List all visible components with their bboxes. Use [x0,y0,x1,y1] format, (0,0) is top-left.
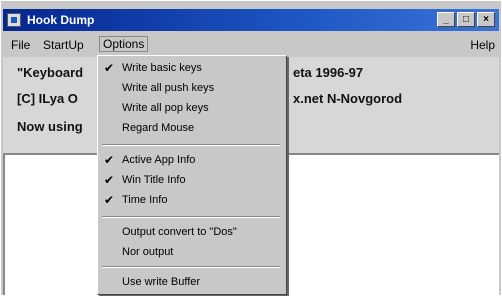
log-area-border [3,155,5,295]
menu-item-time-info[interactable]: ✔ Time Info [98,192,284,210]
menu-item-label: Use write Buffer [122,276,201,288]
menu-item-win-title-info[interactable]: ✔ Win Title Info [98,172,284,190]
menu-item-label: Time Info [122,194,168,206]
app-icon[interactable] [7,13,21,27]
menu-item-output-convert-dos[interactable]: Output convert to "Dos" [98,224,284,242]
close-button[interactable]: × [477,12,495,27]
menu-item-write-basic-keys[interactable]: ✔ Write basic keys [98,60,284,78]
info-line-1-left: "Keyboard [17,65,84,80]
menu-item-label: Write all push keys [122,82,215,94]
info-line-2-right: x.net N-Novgorod [293,91,403,106]
window-title: Hook Dump [27,13,95,27]
menu-item-label: Win Title Info [122,174,186,186]
menu-item-regard-mouse[interactable]: Regard Mouse [98,120,284,138]
check-icon: ✔ [104,61,115,75]
options-dropdown-menu: ✔ Write basic keys Write all push keys W… [97,55,287,295]
menu-item-label: Nor output [122,246,174,258]
menu-item-write-all-pop-keys[interactable]: Write all pop keys [98,100,284,118]
maximize-button[interactable]: □ [457,12,475,27]
menu-item-label: Write basic keys [122,62,202,74]
menu-item-label: Active App Info [122,154,196,166]
minimize-button[interactable]: _ [437,12,455,27]
menu-item-nor-output[interactable]: Nor output [98,244,284,262]
menu-separator [102,266,280,268]
check-icon: ✔ [104,173,115,187]
menu-item-label: Write all pop keys [122,102,209,114]
menu-bar: File StartUp Options Help [3,35,499,55]
menu-item-label: Output convert to "Dos" [122,226,237,238]
menu-item-use-write-buffer[interactable]: Use write Buffer [98,274,284,292]
check-icon: ✔ [104,193,115,207]
menu-separator [102,144,280,146]
info-line-2-left: [C] ILya O [17,91,78,106]
menu-startup[interactable]: StartUp [43,38,84,52]
menu-item-active-app-info[interactable]: ✔ Active App Info [98,152,284,170]
hook-dump-window: Hook Dump _ □ × File StartUp Options Hel… [0,0,502,296]
menu-file[interactable]: File [11,38,30,52]
menu-item-label: Regard Mouse [122,122,195,134]
info-line-1-right: eta 1996-97 [293,65,364,80]
info-line-3-left: Now using [17,119,83,134]
window-controls: _ □ × [437,12,495,27]
menu-separator [102,216,280,218]
menu-help[interactable]: Help [470,38,495,52]
title-bar[interactable]: Hook Dump _ □ × [3,9,499,31]
menu-options[interactable]: Options [99,36,149,52]
menu-item-write-all-push-keys[interactable]: Write all push keys [98,80,284,98]
check-icon: ✔ [104,153,115,167]
